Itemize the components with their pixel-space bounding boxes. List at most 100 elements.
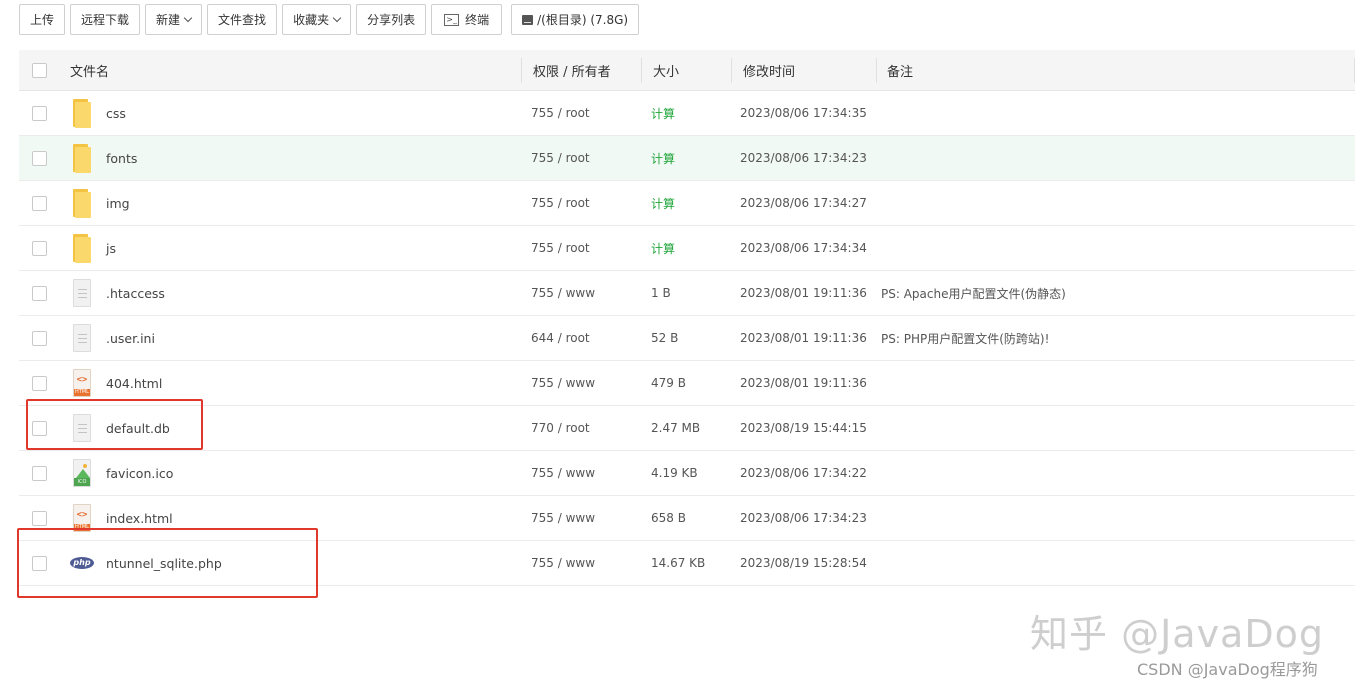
file-name[interactable]: fonts	[106, 151, 137, 166]
table-row[interactable]: img 755 / root 计算 2023/08/06 17:34:27	[19, 181, 1355, 226]
row-checkbox[interactable]	[32, 105, 47, 121]
file-name[interactable]: 404.html	[106, 376, 162, 391]
file-name[interactable]: .htaccess	[106, 286, 165, 301]
file-name[interactable]: default.db	[106, 421, 170, 436]
name-cell[interactable]: default.db	[70, 406, 522, 451]
size-calc-link[interactable]: 计算	[642, 226, 732, 271]
row-checkbox[interactable]	[32, 195, 47, 211]
size-calc-link[interactable]: 计算	[642, 136, 732, 181]
row-checkbox[interactable]	[32, 240, 47, 256]
header-size[interactable]: 大小	[642, 50, 732, 91]
zhihu-watermark: 知乎 @JavaDog	[1030, 612, 1324, 656]
table-row[interactable]: <> HTML index.html 755 / www 658 B 2023/0…	[19, 496, 1355, 541]
file-name[interactable]: .user.ini	[106, 331, 155, 346]
row-checkbox[interactable]	[32, 150, 47, 166]
permission-cell[interactable]: 755 / www	[522, 496, 642, 541]
header-name[interactable]: 文件名	[70, 50, 522, 91]
header-name-label: 文件名	[70, 64, 110, 80]
row-select-cell	[19, 226, 70, 271]
row-checkbox[interactable]	[32, 465, 47, 481]
row-checkbox[interactable]	[32, 510, 47, 526]
name-cell[interactable]: ICO favicon.ico	[70, 451, 522, 496]
upload-label: 上传	[30, 13, 55, 27]
permission-cell[interactable]: 755 / www	[522, 361, 642, 406]
row-checkbox[interactable]	[32, 330, 47, 346]
table-row[interactable]: ICO favicon.ico 755 / www 4.19 KB 2023/0…	[19, 451, 1355, 496]
new-dropdown-button[interactable]: 新建	[145, 4, 203, 35]
header-modified[interactable]: 修改时间	[732, 50, 877, 91]
name-cell[interactable]: css	[70, 91, 522, 136]
php-file-icon: php	[70, 548, 94, 578]
permission-cell[interactable]: 755 / www	[522, 451, 642, 496]
size-calc-link[interactable]: 计算	[642, 91, 732, 136]
permission-cell[interactable]: 644 / root	[522, 316, 642, 361]
row-checkbox[interactable]	[32, 285, 47, 301]
upload-button[interactable]: 上传	[19, 4, 66, 35]
name-cell[interactable]: php ntunnel_sqlite.php	[70, 541, 522, 586]
file-name[interactable]: favicon.ico	[106, 466, 173, 481]
header-modified-label: 修改时间	[743, 64, 796, 80]
permission-cell[interactable]: 755 / www	[522, 541, 642, 586]
modified-cell: 2023/08/01 19:11:36	[740, 376, 867, 390]
name-cell[interactable]: <> HTML 404.html	[70, 361, 522, 406]
row-checkbox[interactable]	[32, 375, 47, 391]
file-name[interactable]: css	[106, 106, 126, 121]
permission-cell[interactable]: 755 / root	[522, 226, 642, 271]
row-select-cell	[19, 271, 70, 316]
table-row[interactable]: fonts 755 / root 计算 2023/08/06 17:34:23	[19, 136, 1355, 181]
size-cell: 479 B	[651, 376, 686, 390]
file-name[interactable]: js	[106, 241, 116, 256]
disk-root-button[interactable]: /(根目录) (7.8G)	[511, 4, 640, 35]
modified-cell: 2023/08/06 17:34:27	[740, 196, 867, 210]
terminal-button[interactable]: >_ 终端	[431, 4, 503, 35]
modified-cell: 2023/08/06 17:34:22	[740, 466, 867, 480]
share-list-label: 分享列表	[367, 13, 416, 27]
file-search-button[interactable]: 文件查找	[207, 4, 278, 35]
file-name[interactable]: img	[106, 196, 130, 211]
table-row[interactable]: <> HTML 404.html 755 / www 479 B 2023/08/…	[19, 361, 1355, 406]
disk-label: /(根目录) (7.8G)	[537, 13, 629, 27]
name-cell[interactable]: img	[70, 181, 522, 226]
permission-cell[interactable]: 755 / root	[522, 181, 642, 226]
permission-cell[interactable]: 770 / root	[522, 406, 642, 451]
favorites-dropdown-button[interactable]: 收藏夹	[282, 4, 352, 35]
size-calc-link[interactable]: 计算	[642, 181, 732, 226]
table-row[interactable]: .user.ini 644 / root 52 B 2023/08/01 19:…	[19, 316, 1355, 361]
name-cell[interactable]: <> HTML index.html	[70, 496, 522, 541]
table-row[interactable]: default.db 770 / root 2.47 MB 2023/08/19…	[19, 406, 1355, 451]
html-file-icon: <> HTML	[70, 368, 92, 398]
name-cell[interactable]: .user.ini	[70, 316, 522, 361]
permission-cell[interactable]: 755 / root	[522, 91, 642, 136]
header-permission[interactable]: 权限 / 所有者	[522, 50, 642, 91]
file-name[interactable]: index.html	[106, 511, 173, 526]
table-row[interactable]: css 755 / root 计算 2023/08/06 17:34:35	[19, 91, 1355, 136]
permission-cell[interactable]: 755 / www	[522, 271, 642, 316]
name-cell[interactable]: fonts	[70, 136, 522, 181]
permission-cell[interactable]: 755 / root	[522, 136, 642, 181]
modified-cell: 2023/08/06 17:34:35	[740, 106, 867, 120]
terminal-label: 终端	[465, 13, 490, 27]
file-name[interactable]: ntunnel_sqlite.php	[106, 556, 222, 571]
remote-download-button[interactable]: 远程下载	[70, 4, 141, 35]
size-cell: 52 B	[651, 331, 679, 345]
size-cell: 4.19 KB	[651, 466, 698, 480]
image-file-icon: ICO	[70, 458, 92, 488]
table-row[interactable]: php ntunnel_sqlite.php 755 / www 14.67 K…	[19, 541, 1355, 586]
row-checkbox[interactable]	[32, 555, 47, 571]
note-cell	[877, 541, 1355, 586]
folder-icon	[70, 188, 92, 218]
share-list-button[interactable]: 分享列表	[356, 4, 427, 35]
table-row[interactable]: .htaccess 755 / www 1 B 2023/08/01 19:11…	[19, 271, 1355, 316]
folder-icon	[70, 143, 92, 173]
remote-download-label: 远程下载	[81, 13, 130, 27]
name-cell[interactable]: .htaccess	[70, 271, 522, 316]
table-row[interactable]: js 755 / root 计算 2023/08/06 17:34:34	[19, 226, 1355, 271]
table-header: 文件名 权限 / 所有者 大小 修改时间 备注	[19, 50, 1355, 91]
row-select-cell	[19, 316, 70, 361]
row-checkbox[interactable]	[32, 420, 47, 436]
select-all-checkbox[interactable]	[32, 62, 47, 78]
name-cell[interactable]: js	[70, 226, 522, 271]
size-cell: 1 B	[651, 286, 671, 300]
header-size-label: 大小	[653, 64, 680, 80]
modified-cell: 2023/08/19 15:44:15	[740, 421, 867, 435]
